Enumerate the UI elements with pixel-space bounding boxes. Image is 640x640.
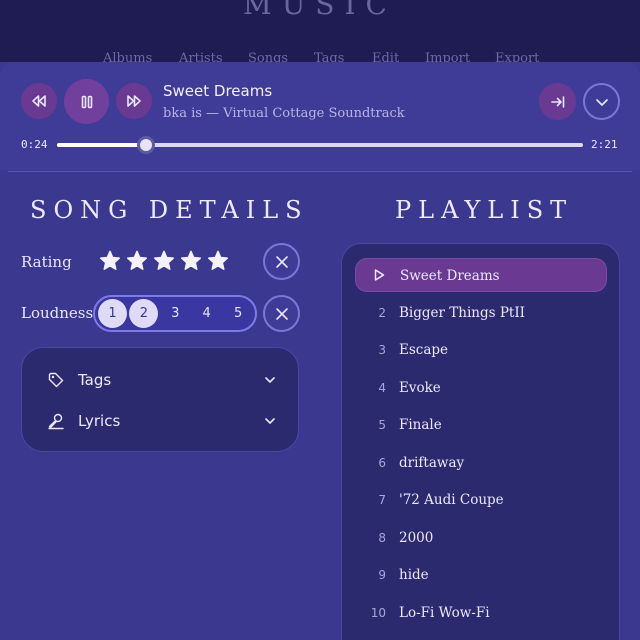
app-header: MUSIC Albums Artists Songs Tags Edit Imp… [0, 0, 640, 62]
app-brand: MUSIC [243, 0, 397, 21]
play-icon [374, 269, 385, 281]
track-title: Sweet Dreams [400, 268, 500, 284]
details-accordion: Tags Lyrics [21, 347, 299, 452]
track-title: Finale [399, 417, 442, 433]
playlist-item[interactable]: 8 2000 [355, 521, 607, 555]
rating-stars[interactable] [98, 249, 230, 273]
nav-songs[interactable]: Songs [248, 51, 288, 62]
track-title: Evoke [399, 379, 441, 396]
pause-button[interactable] [64, 79, 109, 124]
playlist-item[interactable]: 6 driftaway [355, 446, 607, 480]
track-title: Bigger Things PtII [399, 304, 526, 321]
track-title: Escape [399, 342, 449, 358]
playlist-item[interactable]: 5 Finale [355, 408, 607, 442]
total-time: 2:21 [591, 138, 618, 151]
progress-fill [57, 143, 147, 147]
star-icon[interactable] [152, 249, 176, 273]
track-number: 4 [378, 380, 386, 395]
playlist-item[interactable]: 10 Lo-Fi Wow-Fi [355, 596, 607, 630]
playlist-item[interactable]: 4 Evoke [355, 371, 607, 405]
close-icon [275, 255, 288, 268]
nav-albums[interactable]: Albums [103, 51, 152, 62]
current-time: 0:24 [21, 138, 48, 151]
playlist-item[interactable]: 2 Bigger Things PtII [355, 296, 607, 330]
track-title: hide [399, 567, 429, 583]
rewind-button[interactable] [21, 83, 57, 119]
star-icon[interactable] [206, 249, 230, 273]
clear-loudness-button[interactable] [263, 295, 300, 332]
skip-to-end-button[interactable] [539, 83, 576, 120]
playlist-heading: PLAYLIST [395, 196, 574, 224]
playlist-item[interactable]: 7 '72 Audi Coupe [355, 483, 607, 517]
track-number: 10 [370, 605, 386, 620]
track-number: 9 [378, 568, 386, 582]
accordion-tags-label: Tags [78, 371, 112, 389]
nav-artists[interactable]: Artists [179, 51, 223, 62]
chevron-down-icon [265, 418, 275, 424]
loudness-label: Loudness [21, 304, 94, 322]
accordion-tags[interactable]: Tags [22, 360, 300, 400]
star-icon[interactable] [179, 249, 203, 273]
track-number: 7 [378, 493, 386, 507]
loudness-option-5[interactable]: 5 [224, 299, 253, 328]
progress-bar[interactable] [57, 136, 583, 154]
chevron-down-icon [595, 98, 608, 106]
microphone-icon [48, 413, 64, 430]
pause-icon [81, 95, 92, 108]
playlist-item-current[interactable]: Sweet Dreams [355, 258, 607, 292]
skip-to-end-icon [550, 95, 564, 108]
track-title: Lo-Fi Wow-Fi [399, 604, 490, 621]
track-title: driftaway [399, 454, 465, 471]
playlist-item[interactable]: 9 hide [355, 558, 607, 592]
fast-forward-icon [127, 95, 141, 107]
loudness-selector: 1 2 3 4 5 [93, 295, 257, 332]
nav-tags[interactable]: Tags [314, 51, 344, 62]
chevron-down-icon [265, 377, 275, 383]
accordion-lyrics[interactable]: Lyrics [22, 401, 300, 441]
star-icon[interactable] [125, 249, 149, 273]
track-title: 2000 [399, 529, 434, 546]
progress-thumb[interactable] [137, 136, 156, 154]
accordion-lyrics-label: Lyrics [78, 412, 121, 430]
main-nav: Albums Artists Songs Tags Edit Import Ex… [0, 51, 640, 62]
tag-icon [48, 372, 64, 388]
track-number: 3 [378, 343, 386, 357]
track-title: '72 Audi Coupe [399, 492, 504, 508]
loudness-option-1[interactable]: 1 [98, 299, 127, 328]
track-number: 6 [378, 455, 386, 470]
now-playing-subtitle: bka is — Virtual Cottage Soundtrack [163, 106, 405, 121]
song-details-heading: SONG DETAILS [30, 196, 309, 224]
nav-import[interactable]: Import [425, 51, 470, 62]
loudness-option-3[interactable]: 3 [161, 299, 190, 328]
collapse-player-button[interactable] [583, 83, 620, 120]
nav-edit[interactable]: Edit [372, 51, 399, 62]
divider [8, 171, 632, 172]
close-icon [275, 307, 288, 320]
nav-export[interactable]: Export [495, 51, 539, 62]
clear-rating-button[interactable] [263, 243, 300, 280]
playlist-panel: Sweet Dreams 2 Bigger Things PtII 3 Escape 4 E… [341, 243, 620, 640]
loudness-option-4[interactable]: 4 [192, 299, 221, 328]
playlist-item[interactable]: 3 Escape [355, 333, 607, 367]
player-bar: Sweet Dreams bka is — Virtual Cottage So… [0, 62, 640, 170]
rewind-icon [32, 95, 46, 107]
now-playing-title: Sweet Dreams [163, 82, 273, 100]
star-icon[interactable] [98, 249, 122, 273]
track-number: 2 [378, 305, 386, 320]
rating-label: Rating [21, 253, 72, 271]
track-number: 8 [378, 530, 386, 545]
loudness-option-2[interactable]: 2 [129, 299, 159, 328]
track-number: 5 [378, 418, 386, 432]
fast-forward-button[interactable] [116, 83, 152, 119]
